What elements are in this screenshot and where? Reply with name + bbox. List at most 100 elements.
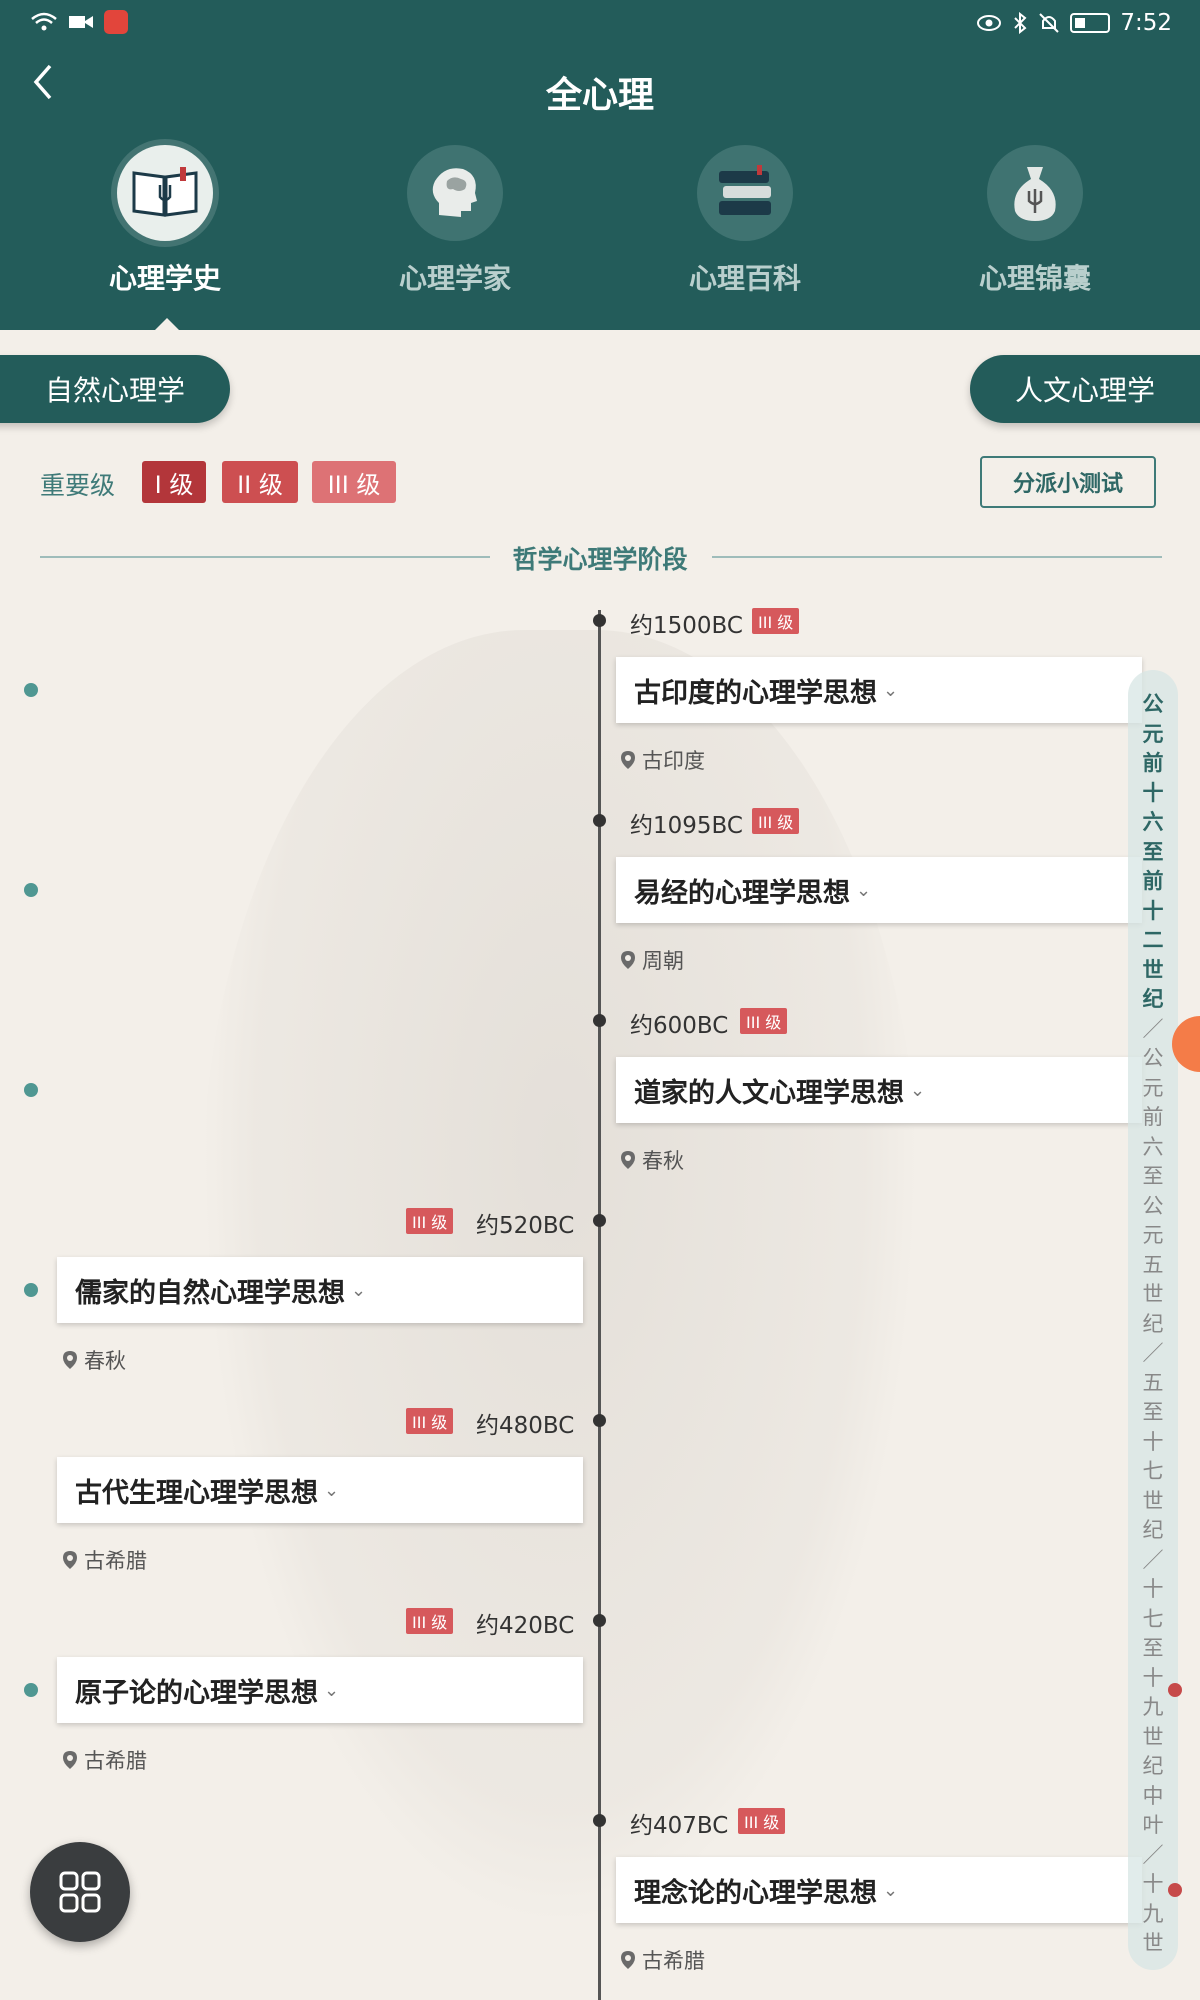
school-quiz-button[interactable]: 分派小测试 <box>980 456 1156 508</box>
event-date: 约480BC <box>476 1413 575 1439</box>
timeline-node <box>593 814 606 827</box>
timeline-side-dot <box>24 683 38 697</box>
event-title: 易经的心理学思想 <box>634 877 850 909</box>
chevron-down-icon: ⌄ <box>883 679 899 701</box>
event-date: 约407BC <box>630 1813 729 1839</box>
event-location-text: 古希腊 <box>84 1749 147 1773</box>
timeline-side-dot <box>24 883 38 897</box>
event-level-tag: III 级 <box>740 1008 788 1034</box>
timeline-node <box>593 1614 606 1627</box>
event-location: 周朝 <box>620 945 684 975</box>
location-pin-icon <box>621 1951 635 1969</box>
tab-tips[interactable]: 心理锦囊 <box>935 145 1135 297</box>
event-date: 约1095BC <box>630 813 743 839</box>
event-title: 儒家的自然心理学思想 <box>75 1277 345 1309</box>
chevron-down-icon: ⌄ <box>883 1879 899 1901</box>
chevron-down-icon: ⌄ <box>856 879 872 901</box>
era-marker-dot <box>1168 1883 1182 1897</box>
tab-psychologists[interactable]: 心理学家 <box>355 145 555 297</box>
books-stack-icon <box>697 145 793 241</box>
tab-history[interactable]: 心理学史 <box>65 145 265 297</box>
event-title: 原子论的心理学思想 <box>75 1677 318 1709</box>
notification-app-icon <box>104 10 128 34</box>
event-location: 古希腊 <box>620 1945 705 1975</box>
event-level-tag: III 级 <box>406 1408 454 1434</box>
timeline-side-dot <box>24 1683 38 1697</box>
event-card[interactable]: 原子论的心理学思想 ⌄ <box>57 1657 583 1723</box>
event-location: 古希腊 <box>62 1745 147 1775</box>
era-active-label[interactable]: 公元前十六至前十二世纪 <box>1128 690 1178 1015</box>
event-date: 约420BC <box>476 1613 575 1639</box>
location-pin-icon <box>63 1351 77 1369</box>
tab-label: 心理学史 <box>108 262 221 295</box>
timeline-node <box>593 1014 606 1027</box>
chevron-down-icon: ⌄ <box>910 1079 926 1101</box>
event-location-text: 古希腊 <box>84 1549 147 1573</box>
stage-title: 哲学心理学阶段 <box>512 545 688 574</box>
location-pin-icon <box>621 951 635 969</box>
timeline-side-dot <box>24 1083 38 1097</box>
event-date: 约1500BC <box>630 613 743 639</box>
event-title: 古印度的心理学思想 <box>634 677 877 709</box>
event-location: 古印度 <box>620 745 705 775</box>
tab-label: 心理百科 <box>688 262 801 295</box>
event-level-tag: III 级 <box>406 1208 454 1234</box>
era-other-labels[interactable]: ／公元前六至公元五世纪／五至十七世纪／十七至十九世纪中叶／十九世 <box>1128 1015 1178 1959</box>
bluetooth-icon <box>1014 12 1027 34</box>
event-location: 春秋 <box>62 1345 126 1375</box>
event-card[interactable]: 理念论的心理学思想 ⌄ <box>616 1857 1142 1923</box>
mute-bell-icon <box>1039 13 1060 33</box>
tab-label: 心理锦囊 <box>978 262 1091 295</box>
location-pin-icon <box>63 1751 77 1769</box>
timeline-node <box>593 1214 606 1227</box>
timeline-side-dot <box>24 1283 38 1297</box>
chevron-down-icon: ⌄ <box>351 1279 367 1301</box>
event-level-tag: III 级 <box>738 1808 786 1834</box>
location-pin-icon <box>63 1551 77 1569</box>
event-card[interactable]: 古印度的心理学思想 ⌄ <box>616 657 1142 723</box>
event-title: 古代生理心理学思想 <box>75 1477 318 1509</box>
event-title: 道家的人文心理学思想 <box>634 1077 904 1109</box>
event-location: 春秋 <box>620 1145 684 1175</box>
grid-icon <box>59 1871 101 1913</box>
tab-encyclopedia[interactable]: 心理百科 <box>645 145 845 297</box>
event-location: 古希腊 <box>62 1545 147 1575</box>
book-icon <box>117 145 213 241</box>
era-marker-dot <box>1168 1683 1182 1697</box>
page-title: 全心理 <box>545 75 654 116</box>
chevron-down-icon: ⌄ <box>324 1479 340 1501</box>
humanistic-psychology-button[interactable]: 人文心理学 <box>970 355 1200 423</box>
event-location-text: 春秋 <box>642 1149 684 1173</box>
level-3-badge: III 级 <box>312 461 396 503</box>
event-date: 约600BC <box>630 1013 729 1039</box>
event-location-text: 周朝 <box>642 949 684 973</box>
menu-fab[interactable] <box>30 1842 130 1942</box>
event-title: 理念论的心理学思想 <box>634 1877 877 1909</box>
level-1-badge: I 级 <box>142 461 206 503</box>
event-level-tag: III 级 <box>406 1608 454 1634</box>
app-header: 7:52 全心理 心理学史 心理学家 心理百科 心理锦囊 <box>0 0 1200 330</box>
event-card[interactable]: 古代生理心理学思想 ⌄ <box>57 1457 583 1523</box>
event-card[interactable]: 易经的心理学思想 ⌄ <box>616 857 1142 923</box>
event-location-text: 古印度 <box>642 749 705 773</box>
timeline-node <box>593 1814 606 1827</box>
wifi-icon <box>31 12 57 31</box>
timeline-node <box>593 1414 606 1427</box>
pouch-icon <box>987 145 1083 241</box>
location-pin-icon <box>621 1151 635 1169</box>
era-index-scrollbar[interactable]: 公元前十六至前十二世纪 ／公元前六至公元五世纪／五至十七世纪／十七至十九世纪中叶… <box>1128 670 1178 1970</box>
tab-label: 心理学家 <box>398 262 511 295</box>
event-date: 约520BC <box>476 1213 575 1239</box>
clock: 7:52 <box>1120 10 1172 36</box>
event-card[interactable]: 道家的人文心理学思想 ⌄ <box>616 1057 1142 1123</box>
event-level-tag: III 级 <box>752 608 800 634</box>
battery-icon <box>1070 13 1111 33</box>
status-bar: 7:52 <box>0 0 1200 48</box>
event-card[interactable]: 儒家的自然心理学思想 ⌄ <box>57 1257 583 1323</box>
video-icon <box>69 16 93 28</box>
timeline-node <box>593 614 606 627</box>
natural-psychology-button[interactable]: 自然心理学 <box>0 355 230 423</box>
active-tab-indicator <box>155 318 179 330</box>
location-pin-icon <box>621 751 635 769</box>
brain-head-icon <box>407 145 503 241</box>
